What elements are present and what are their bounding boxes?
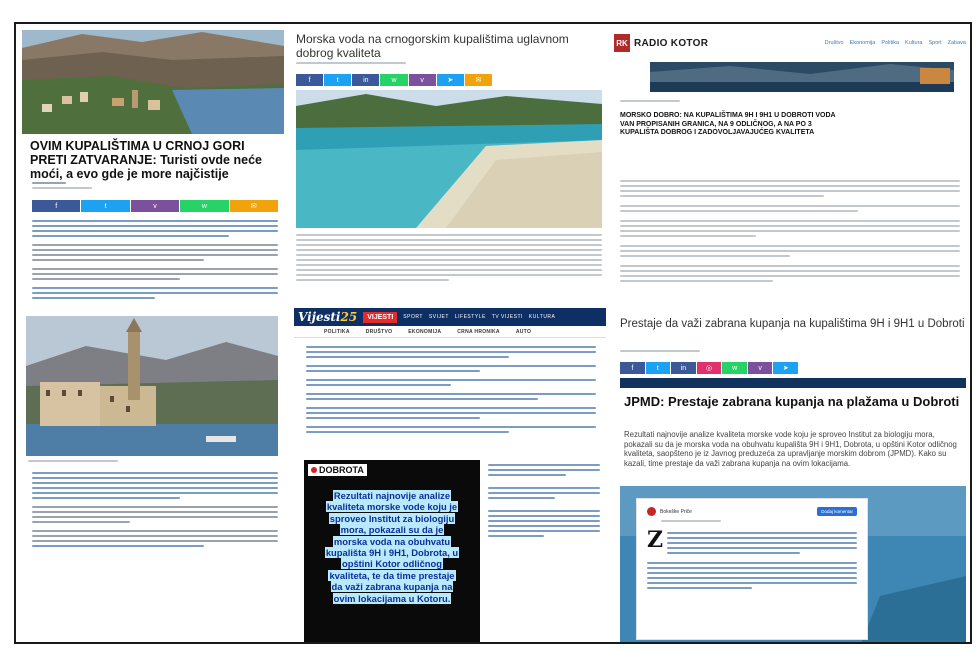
- subnav-politika[interactable]: POLITIKA: [324, 329, 350, 335]
- article-column-1: OVIM KUPALIŠTIMA U CRNOJ GORI PRETI ZATV…: [22, 24, 284, 642]
- article-lead-text: Rezultati najnovije analize kvaliteta mo…: [624, 430, 957, 468]
- harbor-banner-image: [650, 62, 954, 92]
- linkedin-share-button[interactable]: in: [671, 362, 696, 374]
- nav-item[interactable]: Društvo: [825, 40, 844, 46]
- nav-tv-vijesti[interactable]: TV VIJESTI: [492, 314, 523, 320]
- facebook-share-button[interactable]: f: [620, 362, 645, 374]
- whatsapp-share-button[interactable]: w: [722, 362, 747, 374]
- beach-bay-photo: [296, 90, 602, 228]
- embed-header: Bokeške Priče Dodaj komentar: [647, 507, 857, 516]
- add-comment-button[interactable]: Dodaj komentar: [817, 507, 857, 516]
- instagram-share-button[interactable]: ◎: [696, 362, 722, 374]
- embed-source[interactable]: Bokeške Priče: [660, 509, 692, 515]
- site-name[interactable]: RADIO KOTOR: [634, 38, 708, 49]
- nav-svijet[interactable]: SVIJET: [429, 314, 449, 320]
- article-headline[interactable]: MORSKO DOBRO: NA KUPALIŠTIMA 9H I 9H1 U …: [620, 112, 840, 138]
- source-avatar: [647, 507, 656, 516]
- share-bar: f t in w v ➤ ✉: [296, 74, 492, 86]
- drop-cap: Z: [647, 527, 664, 553]
- twitter-share-button[interactable]: t: [324, 74, 352, 86]
- twitter-share-button[interactable]: t: [645, 362, 671, 374]
- mail-share-button[interactable]: ✉: [464, 74, 492, 86]
- article-body-text: [32, 220, 278, 299]
- vijesti-header: Vijesti25 VIJESTI SPORT SVIJET LIFESTYLE…: [294, 308, 606, 326]
- vijesti-logo[interactable]: Vijesti25: [298, 310, 357, 324]
- article-column-3: RK RADIO KOTOR Društvo Ekonomija Politik…: [610, 24, 970, 642]
- twitter-share-button[interactable]: t: [81, 200, 130, 212]
- subnav-auto[interactable]: AUTO: [516, 329, 531, 335]
- facebook-share-button[interactable]: f: [296, 74, 324, 86]
- dobrota-post-text: Rezultati najnovije analize kvaliteta mo…: [324, 490, 460, 604]
- embedded-post-card: Bokeške Priče Dodaj komentar Z: [636, 498, 868, 640]
- subnav-ekonomija[interactable]: EKONOMIJA: [408, 329, 441, 335]
- article-body-text: [296, 234, 602, 281]
- nav-item[interactable]: Politika: [881, 40, 899, 46]
- article-body-text: [306, 346, 596, 433]
- record-dot-icon: [311, 467, 317, 473]
- vijesti-section-badge[interactable]: VIJESTI: [363, 311, 398, 323]
- mail-share-button[interactable]: ✉: [229, 200, 279, 212]
- section-divider: [620, 378, 966, 388]
- whatsapp-share-button[interactable]: w: [380, 74, 408, 86]
- nav-item[interactable]: Zabava: [948, 40, 966, 46]
- linkedin-share-button[interactable]: in: [352, 74, 380, 86]
- dobrota-social-post: DOBROTA Rezultati najnovije analize kval…: [304, 460, 480, 642]
- subnav-drustvo[interactable]: DRUŠTVO: [366, 329, 393, 335]
- subnav-crna-hronika[interactable]: CRNA HRONIKA: [457, 329, 500, 335]
- article-title-box: OVIM KUPALIŠTIMA U CRNOJ GORI PRETI ZATV…: [26, 136, 278, 184]
- article-headline[interactable]: Morska voda na crnogorskim kupalištima u…: [296, 32, 602, 60]
- article-meta: [620, 100, 680, 102]
- photo-caption: [28, 460, 118, 462]
- radio-kotor-logo[interactable]: RK: [614, 34, 630, 52]
- dobrota-tag: DOBROTA: [308, 464, 367, 476]
- site-nav: Društvo Ekonomija Politika Kultura Sport…: [825, 40, 966, 46]
- article-meta: [296, 62, 406, 64]
- article-headline[interactable]: OVIM KUPALIŠTIMA U CRNOJ GORI PRETI ZATV…: [30, 139, 274, 181]
- article-column-2: Morska voda na crnogorskim kupalištima u…: [292, 24, 606, 642]
- author-meta: [32, 182, 92, 189]
- collage-frame: OVIM KUPALIŠTIMA U CRNOJ GORI PRETI ZATV…: [14, 22, 972, 644]
- nav-kultura[interactable]: KULTURA: [529, 314, 555, 320]
- article-headline[interactable]: JPMD: Prestaje zabrana kupanja na plažam…: [624, 394, 964, 409]
- nav-sport[interactable]: SPORT: [403, 314, 423, 320]
- telegram-share-button[interactable]: ➤: [773, 362, 799, 374]
- whatsapp-share-button[interactable]: w: [180, 200, 229, 212]
- article-body-text: [620, 180, 960, 282]
- share-bar: f t v w ✉: [32, 200, 279, 212]
- nav-lifestyle[interactable]: LIFESTYLE: [455, 314, 486, 320]
- nav-item[interactable]: Kultura: [905, 40, 922, 46]
- viber-share-button[interactable]: v: [408, 74, 436, 86]
- vijesti-subnav: POLITIKA DRUŠTVO EKONOMIJA CRNA HRONIKA …: [294, 326, 606, 338]
- viber-share-button[interactable]: v: [130, 200, 180, 212]
- article-body-text: [32, 472, 278, 547]
- embed-meta: [661, 520, 721, 522]
- article-meta: [620, 350, 700, 352]
- embed-body: Z: [647, 527, 857, 589]
- viber-share-button[interactable]: v: [747, 362, 773, 374]
- share-bar: f t in ◎ w v ➤: [620, 362, 799, 374]
- nav-item[interactable]: Ekonomija: [850, 40, 876, 46]
- telegram-share-button[interactable]: ➤: [436, 74, 464, 86]
- nav-item[interactable]: Sport: [928, 40, 941, 46]
- coastal-town-photo: [22, 30, 284, 134]
- bell-tower-town-photo: [26, 316, 278, 456]
- article-body-text: [488, 464, 600, 537]
- radio-kotor-header: RK RADIO KOTOR Društvo Ekonomija Politik…: [614, 32, 966, 54]
- article-headline[interactable]: Prestaje da važi zabrana kupanja na kupa…: [620, 318, 966, 332]
- facebook-share-button[interactable]: f: [32, 200, 81, 212]
